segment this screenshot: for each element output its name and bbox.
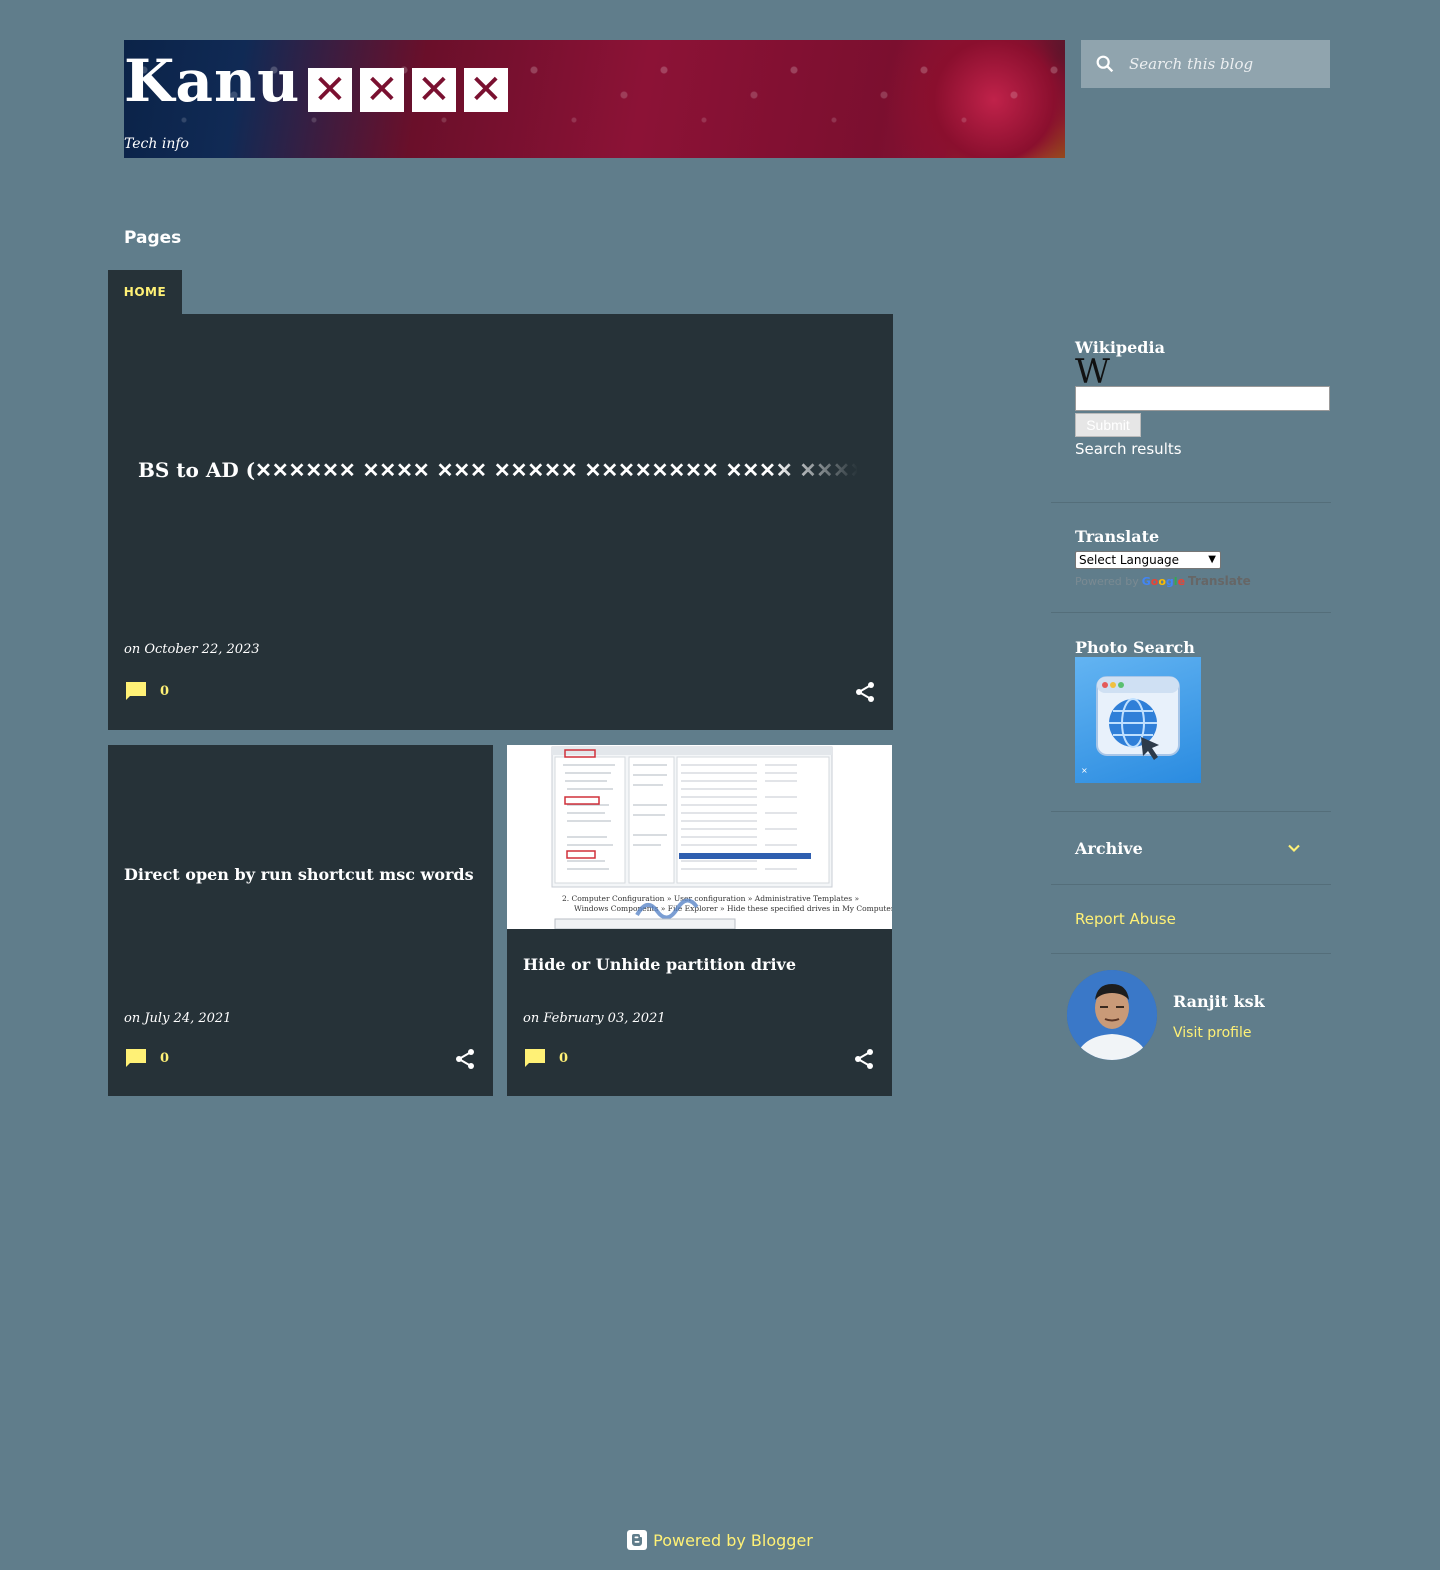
chevron-down-icon: ▼ [1208, 554, 1216, 565]
title-glyph: ✕ [360, 68, 405, 112]
translate-heading: Translate [1075, 527, 1160, 546]
post-date: on February 03, 2021 [523, 1011, 666, 1026]
report-abuse-link[interactable]: Report Abuse [1075, 910, 1176, 928]
thumbnail-caption: 2. Computer Configuration » User configu… [562, 894, 859, 903]
divider [1051, 953, 1331, 954]
divider [1051, 811, 1331, 812]
pages-heading: Pages [124, 228, 182, 248]
comments-link[interactable]: 0 [523, 1047, 568, 1069]
photo-search-heading: Photo Search [1075, 638, 1195, 657]
google-letter: o [1158, 574, 1166, 588]
divider [1051, 502, 1331, 503]
title-glyph: ✕ [412, 68, 457, 112]
tab-home[interactable]: HOME [108, 270, 182, 314]
search-icon[interactable] [1081, 40, 1129, 88]
post-title-link[interactable]: Direct open by run shortcut msc words [124, 865, 474, 884]
comment-icon [525, 1049, 545, 1067]
title-glyph: ✕ [464, 68, 509, 112]
share-icon[interactable] [853, 680, 877, 704]
post-thumbnail[interactable]: 2. Computer Configuration » User configu… [507, 745, 892, 929]
blog-title[interactable]: Kanu ✕ ✕ ✕ ✕ [124, 46, 509, 116]
chevron-down-icon[interactable] [1284, 838, 1304, 858]
google-letter: e [1177, 574, 1186, 588]
globe-browser-icon: × [1081, 676, 1180, 775]
comment-icon [126, 682, 146, 700]
thumbnail-caption: Windows Components » File Explorer » Hid… [574, 904, 892, 913]
google-letter: g [1165, 574, 1174, 588]
comment-count: 0 [160, 683, 170, 699]
photo-search-image[interactable]: × [1075, 657, 1201, 783]
translate-link[interactable]: Translate [1188, 574, 1251, 588]
blog-description: Tech info [124, 136, 189, 152]
share-icon[interactable] [453, 1047, 477, 1071]
comments-link[interactable]: 0 [124, 1047, 169, 1069]
post-title-link[interactable]: BS to AD (✕✕✕✕✕✕ ✕✕✕✕ ✕✕✕ ✕✕✕✕✕ ✕✕✕✕✕✕✕✕… [138, 458, 858, 482]
language-select[interactable]: Select Language ▼ [1075, 551, 1221, 569]
footer-label: Powered by Blogger [653, 1530, 813, 1550]
divider [1051, 884, 1331, 885]
profile-name[interactable]: Ranjit ksk [1173, 992, 1265, 1011]
powered-by-label: Powered by [1075, 574, 1139, 588]
search-box [1081, 40, 1330, 88]
archive-heading[interactable]: Archive [1075, 839, 1143, 858]
visit-profile-link[interactable]: Visit profile [1173, 1025, 1252, 1041]
blog-title-text: Kanu [124, 47, 301, 115]
wikipedia-search-input[interactable] [1075, 386, 1330, 411]
powered-by-blogger-link[interactable]: Powered by Blogger [0, 1530, 1440, 1550]
google-letter: G [1141, 574, 1151, 588]
wikipedia-results-label: Search results [1075, 440, 1182, 458]
post-date: on July 24, 2021 [124, 1011, 232, 1026]
google-translate-attribution: Powered by Google Translate [1075, 574, 1251, 588]
post-title-link[interactable]: Hide or Unhide partition drive [523, 955, 796, 974]
post-card: 2. Computer Configuration » User configu… [507, 745, 892, 1096]
wikipedia-submit-button[interactable]: Submit [1075, 413, 1141, 437]
blogger-icon [627, 1530, 648, 1550]
post-card: Direct open by run shortcut msc words on… [108, 745, 493, 1096]
title-glyph: ✕ [308, 68, 353, 112]
google-logo-icon: Google [1142, 575, 1185, 588]
comment-count: 0 [160, 1050, 170, 1066]
post-date: on October 22, 2023 [124, 642, 260, 657]
comments-link[interactable]: 0 [124, 680, 169, 702]
divider [1051, 612, 1331, 613]
search-input[interactable] [1129, 40, 1324, 88]
share-icon[interactable] [852, 1047, 876, 1071]
comment-count: 0 [559, 1050, 569, 1066]
language-select-value: Select Language [1079, 553, 1180, 567]
featured-post: BS to AD (✕✕✕✕✕✕ ✕✕✕✕ ✕✕✕ ✕✕✕✕✕ ✕✕✕✕✕✕✕✕… [108, 314, 893, 730]
wikipedia-logo-icon: W [1075, 352, 1110, 392]
blog-header: Kanu ✕ ✕ ✕ ✕ Tech info [124, 40, 1065, 158]
comment-icon [126, 1049, 146, 1067]
avatar[interactable] [1067, 970, 1157, 1060]
svg-text:×: × [1081, 766, 1088, 775]
